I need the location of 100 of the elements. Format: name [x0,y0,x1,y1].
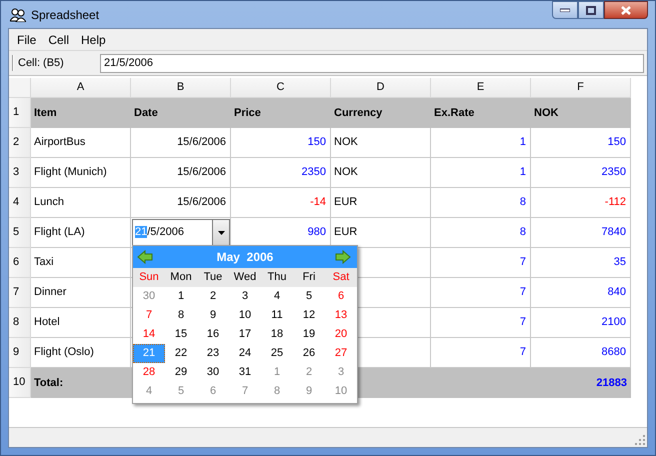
weekday-label: Wed [232,270,258,286]
weekday-label: Mon [169,270,193,286]
column-header[interactable]: A [31,78,131,98]
maximize-icon [586,6,596,14]
row-header[interactable]: 8 [9,308,31,338]
column-header[interactable]: C [231,78,331,98]
table-cell: NOK [331,158,431,188]
calendar-day[interactable]: 20 [325,325,357,344]
table-cell: 8 [431,218,531,248]
weekday-label: Thu [266,270,288,286]
row-header[interactable]: 10 [9,368,31,398]
table-cell: 7840 [531,218,631,248]
menu-item[interactable]: Cell [42,30,76,50]
calendar-day[interactable]: 10 [229,306,261,325]
calendar-day[interactable]: 2 [197,287,229,306]
calendar-day[interactable]: 17 [229,325,261,344]
table-cell: Lunch [31,188,131,218]
calendar-day[interactable]: 27 [325,344,357,363]
maximize-button[interactable] [578,1,604,19]
column-title: Date [131,98,231,128]
table-cell: Flight (Oslo) [31,338,131,368]
table-cell: -112 [531,188,631,218]
table-cell: Total: [31,368,131,398]
weekday-label: Fri [302,270,316,286]
table-cell: 2350 [231,158,331,188]
calendar-day[interactable]: 19 [293,325,325,344]
calendar-day[interactable]: 25 [261,344,293,363]
calendar-day[interactable]: 13 [325,306,357,325]
caret-icon [218,230,224,234]
calendar-day[interactable]: 6 [197,382,229,401]
calendar-day[interactable]: 28 [133,363,165,382]
calendar-day[interactable]: 31 [229,363,261,382]
calendar-day[interactable]: 7 [133,306,165,325]
calendar-day[interactable]: 14 [133,325,165,344]
calendar-day[interactable]: 16 [197,325,229,344]
row-header[interactable]: 4 [9,188,31,218]
calendar-day[interactable]: 5 [293,287,325,306]
column-header[interactable]: B [131,78,231,98]
table-cell: EUR [331,188,431,218]
window-title: Spreadsheet [31,6,100,24]
table-cell: Flight (LA) [31,218,131,248]
row-header[interactable]: 2 [9,128,31,158]
table-cell: 1 [431,158,531,188]
weekday-label: Sat [332,270,350,286]
calendar-day[interactable]: 3 [229,287,261,306]
calendar-day[interactable]: 15 [165,325,197,344]
minimize-icon [560,8,570,12]
table-cell: 2100 [531,308,631,338]
calendar-day[interactable]: 6 [325,287,357,306]
row-header[interactable]: 1 [9,98,31,128]
calendar-day[interactable]: 8 [165,306,197,325]
row-header[interactable]: 3 [9,158,31,188]
menu-item[interactable]: File [11,30,42,50]
calendar-day[interactable]: 23 [197,344,229,363]
column-title: Ex.Rate [431,98,531,128]
close-icon [621,6,631,14]
column-header[interactable]: D [331,78,431,98]
column-header[interactable]: F [531,78,631,98]
column-title: NOK [531,98,631,128]
calendar-day[interactable]: 29 [165,363,197,382]
cell-label: Cell: (B5) [18,56,65,71]
table-cell: 150 [531,128,631,158]
calendar-day[interactable]: 4 [261,287,293,306]
row-header[interactable]: 5 [9,218,31,248]
table-cell: 8680 [531,338,631,368]
calendar-day[interactable]: 1 [165,287,197,306]
dropdown-button[interactable] [212,220,229,245]
calendar-day[interactable]: 18 [261,325,293,344]
row-header[interactable]: 9 [9,338,31,368]
people-icon [10,8,26,22]
row-header[interactable]: 7 [9,278,31,308]
column-header[interactable]: E [431,78,531,98]
month-title: May 2006 [216,249,274,266]
minimize-button[interactable] [552,1,578,19]
calendar-day[interactable]: 24 [229,344,261,363]
table-cell: 15/6/2006 [131,188,231,218]
calendar-day[interactable]: 11 [261,306,293,325]
resize-grip-icon [635,435,645,445]
table-cell: -14 [231,188,331,218]
table-cell: 35 [531,248,631,278]
table-cell: Taxi [31,248,131,278]
table-cell: 1 [431,128,531,158]
row-header[interactable]: 6 [9,248,31,278]
calendar-day[interactable]: 30 [197,363,229,382]
close-button[interactable] [604,1,648,19]
table-cell: Flight (Munich) [31,158,131,188]
left-arrow-icon [137,250,153,264]
weekday-label: Tue [202,270,224,286]
cell-value-field[interactable]: 21/5/2006 [100,54,644,72]
table-cell: 15/6/2006 [131,128,231,158]
menu-item[interactable]: Help [75,30,112,50]
column-title: Currency [331,98,431,128]
column-title: Price [231,98,331,128]
calendar-day[interactable]: 22 [165,344,197,363]
calendar-day[interactable]: 12 [293,306,325,325]
calendar-day[interactable]: 26 [293,344,325,363]
date-input-field[interactable]: 21/5/2006 [132,219,230,246]
table-cell: 2350 [531,158,631,188]
calendar-day[interactable]: 9 [197,306,229,325]
table-cell: 7 [431,308,531,338]
